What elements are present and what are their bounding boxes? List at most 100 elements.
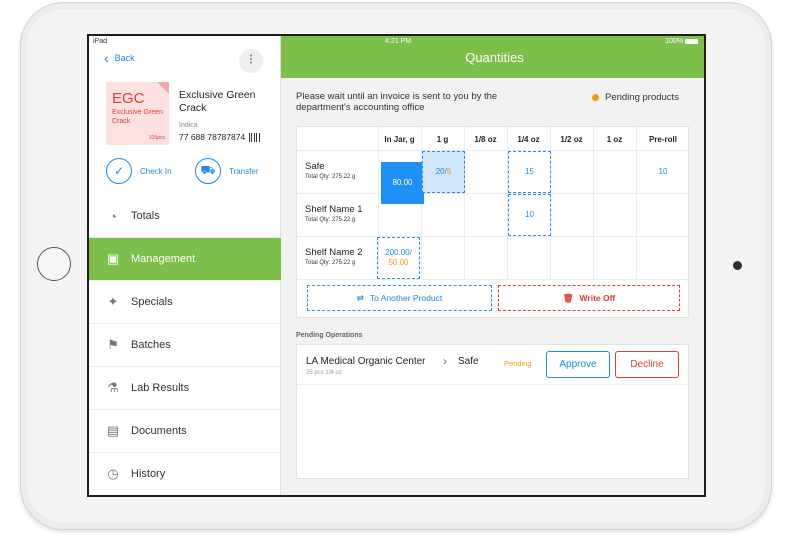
transfer-label: Transfer [229,166,259,176]
sidebar-item-label: Lab Results [131,382,190,394]
barcode-icon [249,132,262,142]
column-header: Pre-roll [648,135,677,144]
check-icon: ✓ [106,158,132,184]
product-card-name: Exclusive Green Crack [112,109,163,125]
sidebar-item-specials[interactable]: ✦ Specials [89,281,281,324]
page-title: Quantities [465,50,524,65]
pending-operations-list: LA Medical Organic Center › Safe 25 pcs … [296,344,690,479]
card-fold [157,82,169,94]
chevron-left-icon: ‹ [104,50,109,66]
cell-value: 20/ [435,167,447,176]
check-in-label: Check In [140,166,172,176]
invoice-notice: Please wait until an invoice is sent to … [296,91,498,113]
cell-value: 200.00/ [385,248,412,257]
flask-icon: ⚗ [107,380,119,395]
cell-safe-preroll[interactable]: 10 [636,151,690,193]
sidebar-item-label: Management [131,253,196,265]
grid-line [297,150,690,151]
column-header: 1/4 oz [517,135,540,144]
product-code: 77 688 78787874 [179,132,262,142]
to-another-product-button[interactable]: ⇄ To Another Product [307,285,492,311]
approve-button[interactable]: Approve [546,351,610,378]
main-panel: Quantities Please wait until an invoice … [281,36,704,495]
product-type: Indica [179,122,198,129]
product-card-code: EGC [112,90,145,107]
operation-to: Safe [458,356,479,367]
history-icon: ◷ [107,466,119,481]
cell-safe-quarter-oz[interactable]: 15 [508,151,551,193]
row-total-qty: Total Qty: 275.22 g [305,217,356,223]
chevron-right-icon: › [443,354,447,368]
flag-icon: ⚑ [107,337,119,352]
check-in-button[interactable]: ✓ Check In [106,158,172,184]
grid-line [297,279,690,280]
write-off-label: Write Off [579,293,616,303]
sidebar-item-lab-results[interactable]: ⚗ Lab Results [89,367,281,410]
cell-safe-jar[interactable]: 80.00 [381,162,424,204]
row-total-qty: Total Qty: 275.22 g [305,174,356,180]
documents-icon: ▤ [106,423,120,438]
cell-pending-value: 5 [446,167,452,176]
quantities-table: In Jar, g 1 g 1/8 oz 1/4 oz 1/2 oz 1 oz … [296,126,690,318]
more-button[interactable]: ⋮ [239,49,263,73]
row-total-qty: Total Qty: 275.22 g [305,260,356,266]
product-title: Exclusive Green Crack [179,89,256,114]
home-button[interactable] [37,247,71,281]
grid-line [297,193,690,194]
tag-icon: ✦ [107,294,119,309]
sidebar-item-label: Batches [131,339,171,351]
sidebar-item-history[interactable]: ◷ History [89,453,281,495]
cell-shelf2-jar[interactable]: 200.00/ 50.00 [377,237,420,279]
column-header: 1/2 oz [560,135,583,144]
row-name-shelf-2: Shelf Name 2 [305,247,363,258]
cell-safe-1g[interactable]: 20/5 [422,151,465,193]
trash-icon: 🗑 [562,292,574,303]
back-button[interactable]: ‹ Back [104,50,135,66]
pending-legend-label: Pending products [605,92,679,103]
battery-icon [685,39,698,44]
pending-dot-icon [592,94,599,101]
sidebar: ‹ Back ⋮ EGC Exclusive Green Crack 315pc… [89,36,281,495]
pie-chart-icon: ◔ [109,208,117,224]
sidebar-item-label: Specials [131,296,173,308]
battery-status: 100% [665,38,698,45]
cell-pending-value: 50.00 [388,258,409,267]
grid-line [297,236,690,237]
row-name-safe: Safe [305,161,325,172]
swap-icon: ⇄ [356,292,364,303]
decline-button[interactable]: Decline [615,351,679,378]
truck-icon: ⛟ [195,158,221,184]
sidebar-item-documents[interactable]: ▤ Documents [89,410,281,453]
status-bar: iPad 4:21 PM 100% [89,36,704,47]
list-item: LA Medical Organic Center › Safe 25 pcs … [297,345,690,385]
device-label: iPad [93,38,108,45]
sidebar-item-batches[interactable]: ⚑ Batches [89,324,281,367]
sidebar-item-label: Documents [131,425,187,437]
product-card: EGC Exclusive Green Crack 315pcs [106,82,169,145]
column-header: 1/8 oz [474,135,497,144]
transfer-button[interactable]: ⛟ Transfer [195,158,259,184]
product-card-qty: 315pcs [148,135,165,141]
column-header: 1 oz [606,135,623,144]
cell-shelf1-quarter-oz[interactable]: 10 [508,194,551,236]
sidebar-item-management[interactable]: ▣ Management [89,238,281,281]
sidebar-item-label: Totals [131,210,160,222]
column-header: In Jar, g [384,135,415,144]
screen: ‹ Back ⋮ EGC Exclusive Green Crack 315pc… [87,34,706,497]
write-off-button[interactable]: 🗑 Write Off [498,285,680,311]
to-another-product-label: To Another Product [369,293,443,303]
operation-detail: 25 pcs 1/8 oz [306,370,342,376]
jar-icon: ▣ [106,251,120,266]
product-code-value: 77 688 78787874 [179,132,246,142]
status-badge: Pending [504,359,532,368]
pending-legend: Pending products [592,92,679,103]
clock: 4:21 PM [385,38,412,45]
battery-percent: 100% [665,38,683,45]
operation-from: LA Medical Organic Center [306,356,426,367]
camera [733,261,742,270]
column-header: 1 g [436,135,449,144]
row-name-shelf-1: Shelf Name 1 [305,204,363,215]
sidebar-item-label: History [131,468,166,480]
sidebar-item-totals[interactable]: ◔ Totals [89,195,281,238]
pending-operations-title: Pending Operations [296,332,363,339]
